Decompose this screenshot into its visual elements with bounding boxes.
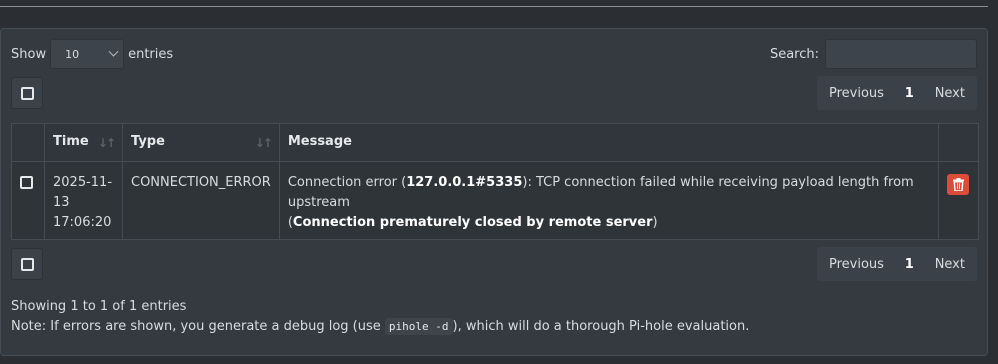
message-address: 127.0.0.1#5335 <box>406 175 523 190</box>
message-close-paren: ) <box>652 215 658 230</box>
page-1-button-top[interactable]: 1 <box>905 86 914 101</box>
action-cell <box>938 161 979 240</box>
entries-length-control: Show 10 entries <box>11 39 173 69</box>
header-select-cell <box>11 123 45 162</box>
table-row: 2025-11- 13 17:06:20 CONNECTION_ERROR Co… <box>11 161 979 240</box>
showing-entries-text: Showing 1 to 1 of 1 entries <box>11 299 187 314</box>
debug-note: Note: If errors are shown, you generate … <box>11 317 749 337</box>
show-label: Show <box>11 46 47 62</box>
next-button-top[interactable]: Next <box>935 86 965 101</box>
header-action-cell <box>938 123 979 162</box>
select-all-button-bottom[interactable] <box>11 248 43 280</box>
time-cell: 2025-11- 13 17:06:20 <box>44 161 123 240</box>
diagnosis-panel: Show 10 entries Search: Previous 1 Next … <box>0 28 988 356</box>
time-date-part1: 2025-11- <box>53 175 113 190</box>
time-clock: 17:06:20 <box>53 215 112 230</box>
trash-icon <box>952 178 964 191</box>
pagination-top: Previous 1 Next <box>817 76 977 110</box>
column-header-type-label: Type <box>131 134 165 149</box>
pagination-bottom: Previous 1 Next <box>817 247 977 281</box>
chevron-down-icon <box>108 46 119 57</box>
row-checkbox-icon[interactable] <box>20 176 33 189</box>
next-button-bottom[interactable]: Next <box>935 257 965 272</box>
delete-button[interactable] <box>947 174 969 195</box>
entries-select[interactable]: 10 <box>50 39 125 69</box>
message-prefix: Connection error ( <box>287 175 407 190</box>
message-table: Time ↓↑ Type ↓↑ Message 2025-11- 13 17:0… <box>11 123 979 240</box>
sort-icon: ↓↑ <box>97 136 116 150</box>
table-info: Showing 1 to 1 of 1 entries Note: If err… <box>11 297 749 337</box>
previous-button-top[interactable]: Previous <box>829 86 884 101</box>
checkbox-icon <box>20 257 34 271</box>
column-header-message: Message <box>278 123 940 162</box>
column-header-time-label: Time <box>53 134 89 149</box>
search-label: Search: <box>769 46 819 62</box>
previous-button-bottom[interactable]: Previous <box>829 257 884 272</box>
message-reason: Connection prematurely closed by remote … <box>292 215 653 230</box>
page-1-button-bottom[interactable]: 1 <box>905 257 914 272</box>
select-all-button-top[interactable] <box>11 77 43 109</box>
search-input[interactable] <box>825 39 977 69</box>
entries-select-value: 10 <box>65 47 80 61</box>
search-control: Search: <box>770 39 977 69</box>
debug-note-prefix: Note: If errors are shown, you generate … <box>11 319 385 334</box>
debug-command: pihole -d <box>384 318 453 335</box>
table-header-row: Time ↓↑ Type ↓↑ Message <box>11 123 979 162</box>
entries-label: entries <box>128 46 174 62</box>
message-cell: Connection error (127.0.0.1#5335): TCP c… <box>278 161 940 240</box>
time-date-part2: 13 <box>53 195 70 210</box>
debug-note-suffix: ), which will do a thorough Pi-hole eval… <box>452 319 750 334</box>
column-header-message-label: Message <box>287 134 352 149</box>
checkbox-icon <box>20 86 34 100</box>
row-select-cell[interactable] <box>11 161 45 240</box>
column-header-type[interactable]: Type ↓↑ <box>122 123 280 162</box>
column-header-time[interactable]: Time ↓↑ <box>44 123 123 162</box>
top-divider <box>0 6 988 7</box>
sort-icon: ↓↑ <box>254 136 273 150</box>
type-cell: CONNECTION_ERROR <box>122 161 280 240</box>
